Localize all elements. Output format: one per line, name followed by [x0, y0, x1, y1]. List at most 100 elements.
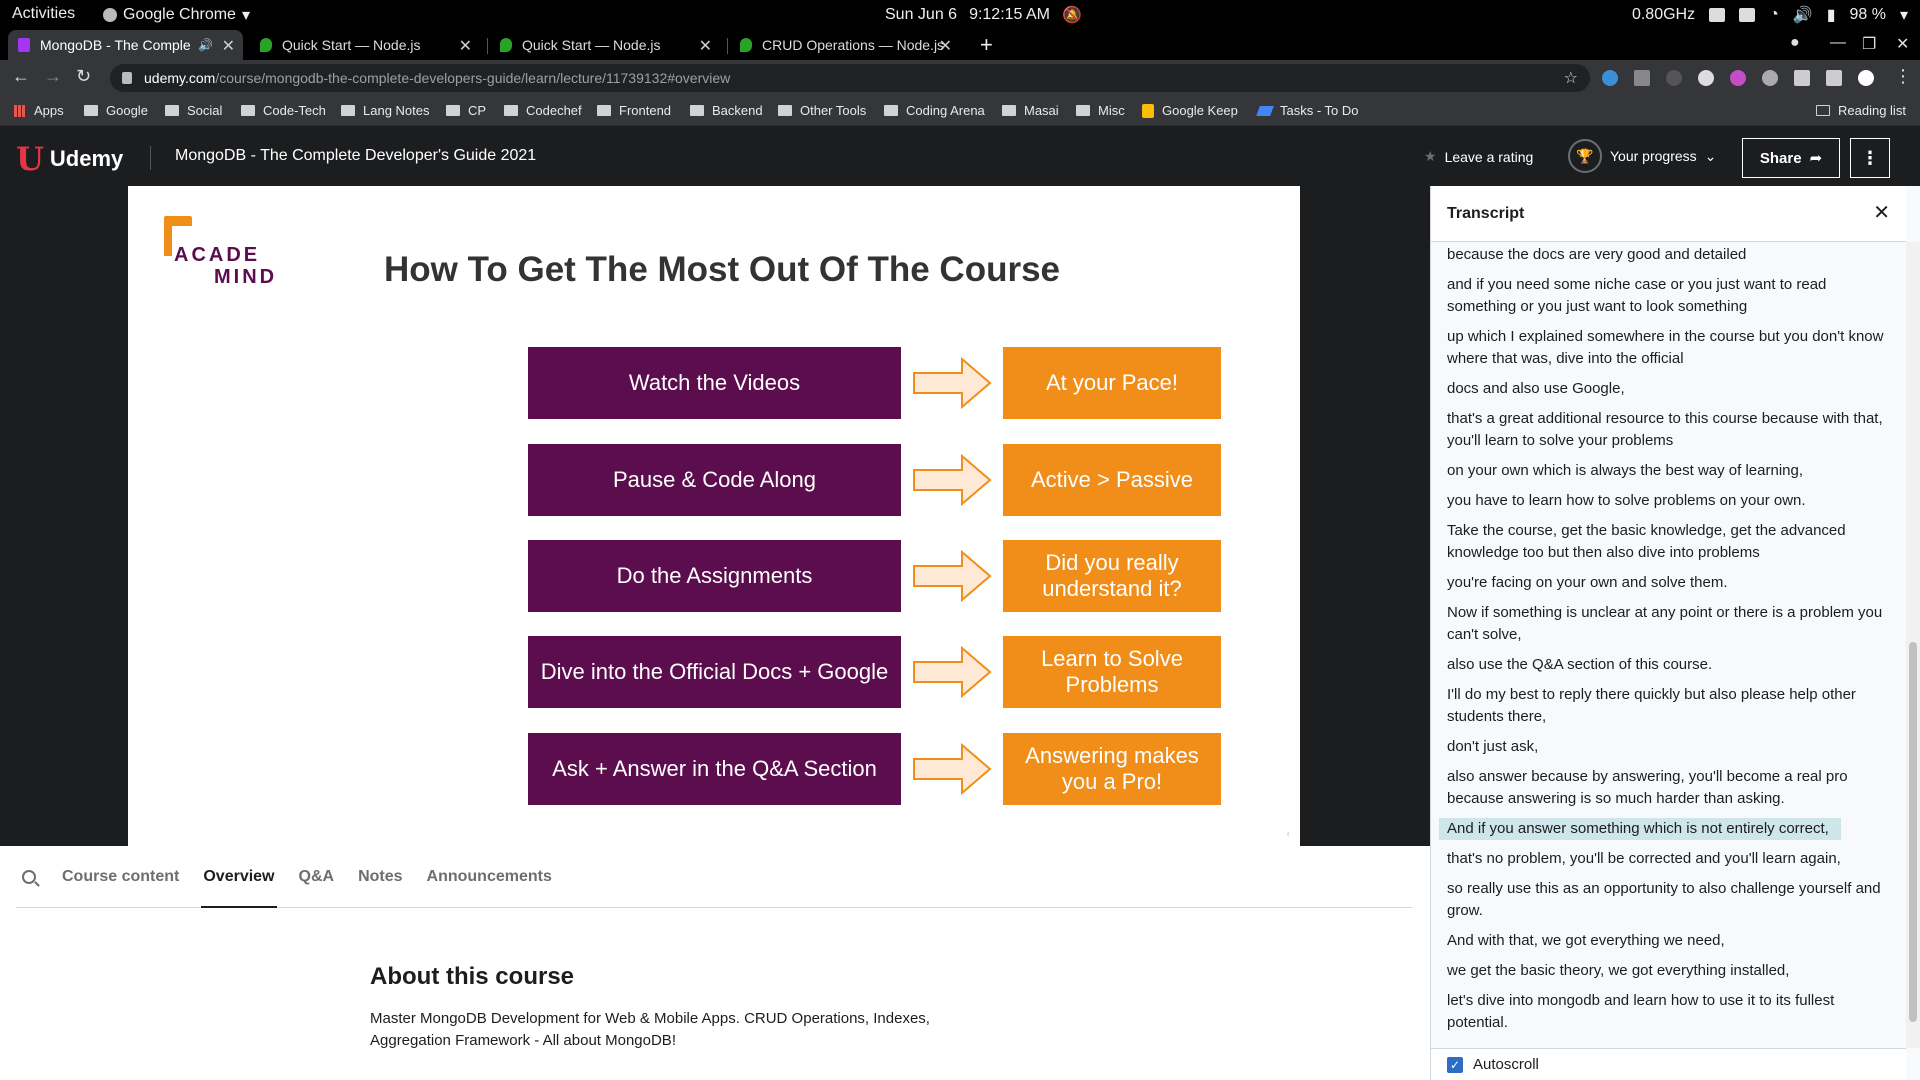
transcript-line[interactable]: you have to learn how to solve problems … — [1447, 490, 1897, 512]
arrow-right-icon — [913, 550, 992, 602]
transcript-line[interactable]: that's no problem, you'll be corrected a… — [1447, 848, 1897, 870]
bookmark-other-tools[interactable]: Other Tools — [778, 103, 866, 118]
tab-course-content[interactable]: Course content — [62, 846, 179, 908]
bookmark-lang-notes[interactable]: Lang Notes — [341, 103, 430, 118]
transcript-line[interactable]: up which I explained somewhere in the co… — [1447, 326, 1897, 370]
tab-quick-start-1[interactable]: Quick Start — Node.js ✕ — [250, 30, 480, 60]
system-tray[interactable]: 0.80GHz ◔ 🔊 ▮ 98 % ▾ — [1632, 5, 1908, 25]
bookmark-coding-arena[interactable]: Coding Arena — [884, 103, 985, 118]
transcript-scrollbar[interactable] — [1906, 242, 1920, 1048]
course-title[interactable]: MongoDB - The Complete Developer's Guide… — [175, 147, 536, 165]
transcript-line[interactable]: we get the basic theory, we got everythi… — [1447, 960, 1897, 982]
autoscroll-label[interactable]: Autoscroll — [1473, 1056, 1539, 1073]
address-bar[interactable]: udemy.com/course/mongodb-the-complete-de… — [110, 64, 1590, 92]
transcript-line[interactable]: let's dive into mongodb and learn how to… — [1447, 990, 1897, 1034]
extension-icon[interactable] — [1730, 70, 1746, 86]
transcript-line[interactable]: I'll do my best to reply there quickly b… — [1447, 684, 1897, 728]
bookmark-code-tech[interactable]: Code-Tech — [241, 103, 326, 118]
lock-icon[interactable] — [122, 72, 132, 84]
extension-icon[interactable] — [1666, 70, 1682, 86]
transcript-line[interactable]: Now if something is unclear at any point… — [1447, 602, 1897, 646]
bookmark-tasks[interactable]: Tasks - To Do — [1256, 103, 1359, 118]
back-icon[interactable]: ← — [12, 66, 30, 87]
search-icon[interactable] — [22, 869, 36, 884]
share-button[interactable]: Share ➦ — [1742, 138, 1840, 178]
arrow-right-icon — [913, 454, 992, 506]
transcript-line[interactable]: that's a great additional resource to th… — [1447, 408, 1897, 452]
bookmark-label: Google Keep — [1162, 103, 1238, 118]
restore-icon[interactable]: ❐ — [1862, 34, 1876, 54]
extension-icon[interactable] — [1602, 70, 1618, 86]
transcript-line[interactable]: on your own which is always the best way… — [1447, 460, 1897, 482]
extension-icon[interactable] — [1634, 70, 1650, 86]
udemy-logo-mark: U — [16, 140, 44, 178]
folder-icon — [1002, 105, 1016, 116]
transcript-line[interactable]: And with that, we got everything we need… — [1447, 930, 1897, 952]
extensions-puzzle-icon[interactable] — [1794, 70, 1810, 86]
reading-mode-icon[interactable] — [1826, 70, 1842, 86]
scrollbar-thumb[interactable] — [1909, 642, 1917, 1022]
extension-icon[interactable] — [1698, 70, 1714, 86]
bookmark-star-icon[interactable]: ☆ — [1564, 68, 1578, 88]
outcome-box: Learn to Solve Problems — [1003, 636, 1221, 708]
forward-icon[interactable]: → — [44, 66, 62, 87]
folder-icon — [597, 105, 611, 116]
lecture-slide: ACADE MIND How To Get The Most Out Of Th… — [128, 186, 1300, 846]
new-tab-button[interactable]: + — [980, 32, 993, 58]
transcript-line[interactable]: so really use this as an opportunity to … — [1447, 878, 1897, 922]
tab-overview[interactable]: Overview — [201, 846, 277, 908]
transcript-line[interactable]: Take the course, get the basic knowledge… — [1447, 520, 1897, 564]
your-progress-button[interactable]: 🏆 Your progress ⌄ — [1568, 139, 1716, 173]
folder-icon — [1076, 105, 1090, 116]
bookmark-google[interactable]: Google — [84, 103, 148, 118]
transcript-line[interactable]: also use the Q&A section of this course. — [1447, 654, 1897, 676]
more-options-button[interactable]: ⋮ — [1850, 138, 1890, 178]
chevron-down-icon: ▾ — [1899, 7, 1908, 24]
bookmark-apps[interactable]: Apps — [14, 103, 64, 118]
transcript-line[interactable]: don't just ask, — [1447, 736, 1897, 758]
autoscroll-checkbox[interactable]: ✓ — [1447, 1057, 1463, 1073]
close-icon[interactable]: ✕ — [939, 36, 952, 56]
transcript-line[interactable]: also answer because by answering, you'll… — [1447, 766, 1897, 810]
profile-icon[interactable]: ● — [1790, 34, 1800, 52]
clock[interactable]: Sun Jun 6 9:12:15 AM 🔕 — [885, 5, 1082, 25]
tab-crud-operations[interactable]: CRUD Operations — Node.js ✕ — [730, 30, 960, 60]
transcript-line[interactable]: you're facing on your own and solve them… — [1447, 572, 1897, 594]
tab-notes[interactable]: Notes — [358, 846, 402, 908]
folder-icon — [241, 105, 255, 116]
bookmark-codechef[interactable]: Codechef — [504, 103, 582, 118]
udemy-logo[interactable]: U Udemy — [16, 140, 123, 178]
profile-avatar[interactable] — [1858, 70, 1874, 86]
close-icon[interactable]: ✕ — [459, 36, 472, 56]
bookmark-backend[interactable]: Backend — [690, 103, 763, 118]
tab-mongodb-course[interactable]: MongoDB - The Complete 🔊 ✕ — [8, 30, 243, 60]
extension-icon[interactable] — [1762, 70, 1778, 86]
transcript-line-active[interactable]: And if you answer something which is not… — [1439, 818, 1841, 840]
transcript-line[interactable]: docs and also use Google, — [1447, 378, 1897, 400]
bookmark-misc[interactable]: Misc — [1076, 103, 1125, 118]
close-icon[interactable]: ✕ — [1873, 200, 1890, 225]
bookmark-masai[interactable]: Masai — [1002, 103, 1059, 118]
tab-quick-start-2[interactable]: Quick Start — Node.js ✕ — [490, 30, 720, 60]
transcript-line[interactable]: and if you need some niche case or you j… — [1447, 274, 1897, 318]
activities-button[interactable]: Activities — [12, 5, 75, 23]
video-player[interactable]: ACADE MIND How To Get The Most Out Of Th… — [0, 186, 1430, 846]
tab-announcements[interactable]: Announcements — [427, 846, 552, 908]
transcript-line[interactable]: because the docs are very good and detai… — [1447, 244, 1897, 266]
app-menu[interactable]: Google Chrome ▾ — [103, 5, 250, 25]
bookmark-social[interactable]: Social — [165, 103, 222, 118]
reload-icon[interactable]: ↻ — [76, 66, 91, 87]
tab-qa[interactable]: Q&A — [299, 846, 335, 908]
transcript-lines[interactable]: because the docs are very good and detai… — [1431, 244, 1906, 1034]
close-icon[interactable]: ✕ — [699, 36, 712, 56]
leave-rating-button[interactable]: ★ Leave a rating — [1424, 148, 1533, 165]
chrome-menu-icon[interactable]: ⋮ — [1894, 66, 1912, 87]
bookmark-cp[interactable]: CP — [446, 103, 486, 118]
audio-playing-icon[interactable]: 🔊 — [198, 38, 213, 52]
close-window-icon[interactable]: ✕ — [1896, 34, 1909, 54]
reading-list[interactable]: Reading list — [1816, 103, 1906, 118]
minimize-icon[interactable]: — — [1830, 34, 1846, 52]
close-icon[interactable]: ✕ — [222, 36, 235, 56]
bookmark-google-keep[interactable]: Google Keep — [1142, 103, 1238, 118]
bookmark-frontend[interactable]: Frontend — [597, 103, 671, 118]
